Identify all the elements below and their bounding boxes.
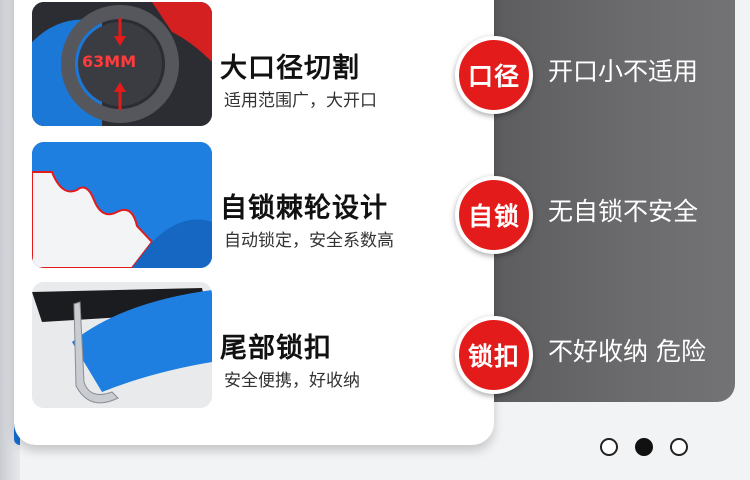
feature-badge: 口径 [455, 36, 533, 114]
feature-row-diameter: 63MM 大口径切割 适用范围广，大开口 口径 开口小不适用 [0, 0, 750, 130]
diameter-label: 63MM [82, 52, 137, 71]
contrast-text: 不好收纳 危险 [548, 337, 706, 366]
carousel-indicator [600, 438, 688, 456]
carousel-dot-2[interactable] [635, 438, 653, 456]
carousel-dot-3[interactable] [670, 438, 688, 456]
tail-lock-image [32, 282, 212, 408]
feature-badge: 自锁 [455, 176, 533, 254]
feature-subtitle: 适用范围广，大开口 [224, 91, 377, 111]
feature-title: 自锁棘轮设计 [220, 193, 388, 224]
carousel-dot-1[interactable] [600, 438, 618, 456]
feature-title: 大口径切割 [220, 53, 360, 84]
cutter-jaw-image: 63MM [32, 2, 212, 126]
contrast-text: 无自锁不安全 [548, 197, 699, 226]
feature-badge: 锁扣 [455, 316, 533, 394]
feature-subtitle: 自动锁定，安全系数高 [224, 231, 394, 251]
feature-title: 尾部锁扣 [220, 333, 332, 364]
feature-subtitle: 安全便携，好收纳 [224, 371, 360, 391]
contrast-text: 开口小不适用 [548, 57, 699, 86]
ratchet-image [32, 142, 212, 268]
feature-row-lock: 尾部锁扣 安全便携，好收纳 锁扣 不好收纳 危险 [0, 280, 750, 410]
feature-row-ratchet: 自锁棘轮设计 自动锁定，安全系数高 自锁 无自锁不安全 [0, 140, 750, 270]
